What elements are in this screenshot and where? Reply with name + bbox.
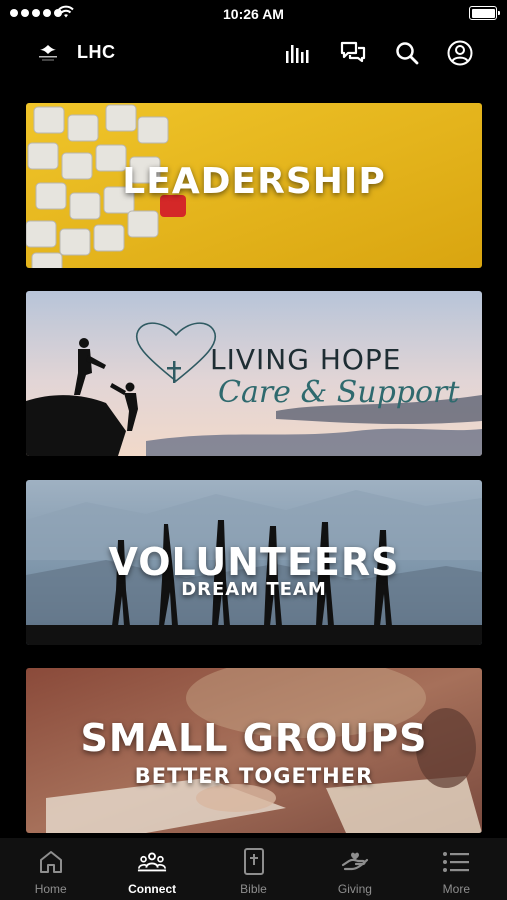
tab-home[interactable]: Home — [0, 838, 101, 900]
volunteers-title: VOLUNTEERS — [108, 540, 400, 584]
tab-giving-label: Giving — [337, 882, 372, 896]
bottom-tab-bar: Home Connect Bible Giving More — [0, 838, 507, 900]
living-hope-subtitle: Care & Support — [218, 375, 460, 410]
app-header: LHC — [0, 30, 507, 76]
tab-bible-label: Bible — [240, 882, 267, 896]
search-icon[interactable] — [393, 39, 421, 67]
small-groups-subtitle: BETTER TOGETHER — [134, 764, 374, 788]
volunteers-subtitle: DREAM TEAM — [181, 579, 327, 600]
app-title: LHC — [77, 42, 116, 62]
leadership-title: LEADERSHIP — [122, 161, 386, 202]
audio-bars-icon[interactable] — [284, 39, 312, 67]
tab-bible[interactable]: Bible — [203, 838, 304, 900]
tab-giving[interactable]: Giving — [304, 838, 405, 900]
home-icon — [36, 848, 66, 876]
church-logo[interactable] — [33, 42, 63, 64]
chat-icon[interactable] — [339, 39, 367, 67]
tab-more-label: More — [442, 882, 470, 896]
tab-home-label: Home — [34, 882, 67, 896]
tab-connect[interactable]: Connect — [101, 838, 202, 900]
small-groups-card[interactable]: SMALL GROUPS BETTER TOGETHER — [26, 668, 482, 833]
small-groups-title: SMALL GROUPS — [80, 716, 428, 760]
volunteers-card[interactable]: VOLUNTEERS DREAM TEAM — [26, 480, 482, 645]
people-icon — [137, 848, 167, 876]
living-hope-card[interactable]: LIVING HOPE Care & Support — [26, 291, 482, 456]
profile-icon[interactable] — [446, 39, 474, 67]
tab-more[interactable]: More — [406, 838, 507, 900]
bible-icon — [239, 848, 269, 876]
leadership-card[interactable]: LEADERSHIP — [26, 103, 482, 268]
tab-connect-label: Connect — [128, 882, 177, 896]
status-bar: 10:26 AM — [0, 0, 507, 28]
list-icon — [441, 848, 471, 876]
battery-icon — [469, 6, 500, 20]
living-hope-title: LIVING HOPE — [210, 343, 402, 376]
giving-hand-icon — [340, 848, 370, 876]
status-time: 10:26 AM — [223, 6, 284, 22]
